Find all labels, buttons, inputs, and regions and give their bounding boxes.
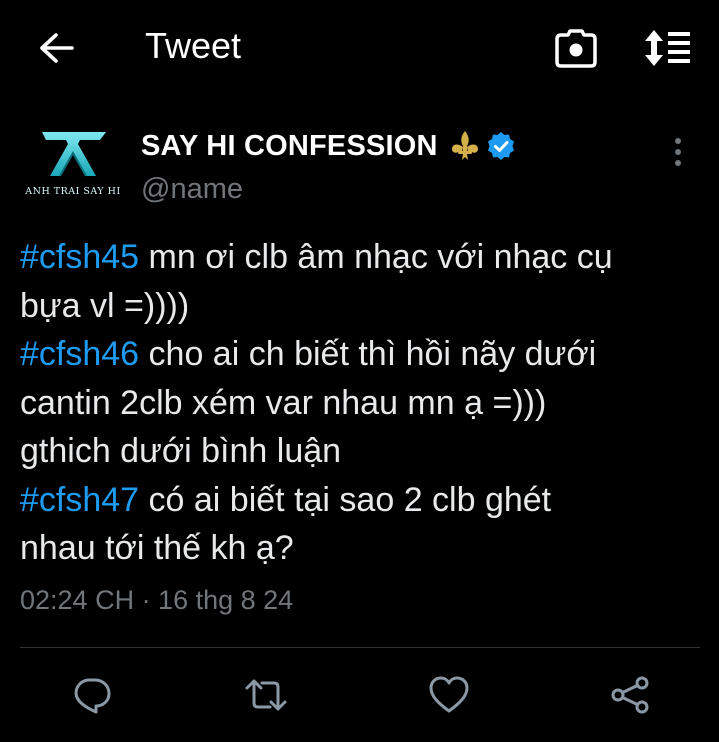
- say-hi-logo-icon: ANH TRAI SAY HI: [24, 132, 120, 197]
- tweet-detail-screen: Tweet ANH TRAI SAY HI SAY HI CONFESSION …: [0, 0, 719, 742]
- hashtag-link[interactable]: #cfsh47: [20, 481, 139, 519]
- retweet-button[interactable]: [244, 673, 288, 717]
- hashtag-link[interactable]: #cfsh46: [20, 335, 139, 373]
- camera-button[interactable]: [552, 24, 600, 72]
- divider: [20, 647, 700, 648]
- tweet-timestamp: 02:24 CH · 16 thg 8 24: [20, 585, 294, 615]
- author-handle[interactable]: @name: [141, 173, 243, 206]
- more-options-button[interactable]: [664, 134, 692, 170]
- hashtag-link[interactable]: #cfsh45: [20, 238, 139, 276]
- sort-icon: [645, 30, 690, 66]
- back-button[interactable]: [36, 28, 76, 68]
- author-display-name[interactable]: SAY HI CONFESSION: [141, 130, 438, 163]
- share-icon: [611, 676, 649, 714]
- more-vertical-icon: [675, 138, 681, 166]
- share-button[interactable]: [608, 673, 652, 717]
- like-icon: [429, 676, 469, 713]
- reply-button[interactable]: [70, 673, 114, 717]
- avatar[interactable]: ANH TRAI SAY HI: [20, 124, 126, 206]
- sort-button[interactable]: [640, 24, 696, 72]
- retweet-icon: [245, 679, 287, 711]
- like-button[interactable]: [427, 673, 471, 717]
- camera-icon: [555, 29, 597, 68]
- tweet-text: #cfsh45 mn ơi clb âm nhạc với nhạc cụ bự…: [20, 233, 710, 573]
- top-app-bar: Tweet: [0, 0, 719, 94]
- author-name-row[interactable]: SAY HI CONFESSION: [141, 126, 516, 166]
- arrow-left-icon: [40, 33, 74, 63]
- page-title: Tweet: [145, 25, 242, 66]
- fleur-de-lis-icon: [448, 129, 482, 163]
- verified-badge-icon: [486, 131, 516, 161]
- reply-icon: [74, 678, 111, 714]
- svg-text:ANH TRAI SAY HI: ANH TRAI SAY HI: [24, 186, 120, 197]
